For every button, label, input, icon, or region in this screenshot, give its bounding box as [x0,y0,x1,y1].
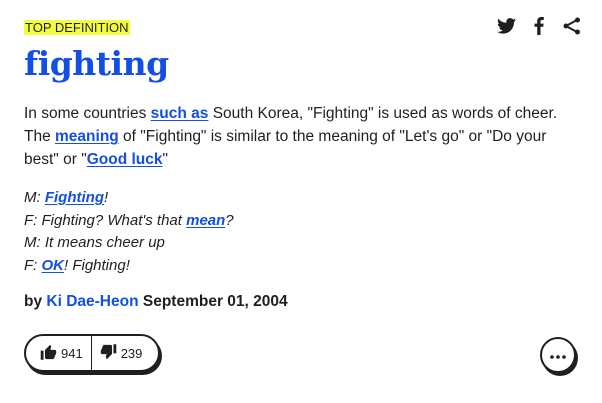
meaning-text: In some countries [24,105,151,122]
example-text: ! [104,189,109,206]
share-icon[interactable] [562,16,582,36]
example-line: F: OK! Fighting! [24,255,584,278]
facebook-icon[interactable] [529,16,549,36]
example-line: M: Fighting! [24,187,584,210]
example-text: M: It means cheer up [24,234,165,252]
author-link[interactable]: Ki Dae-Heon [46,293,138,310]
meaning-text: South Korea, "Fighting" is used as words… [208,105,558,122]
definition-example: M: Fighting! F: Fighting? What's that me… [24,187,584,278]
example-text: ? [225,211,234,229]
downvote-count: 239 [120,345,143,361]
example-text: M: [24,189,45,206]
more-options-button[interactable] [540,337,576,373]
meaning-text: The [24,128,56,145]
thumbs-up-icon [40,344,57,363]
upvote-count: 941 [61,345,83,361]
twitter-icon[interactable] [496,16,516,36]
meaning-link-such-as[interactable]: such as [151,105,209,122]
byline: by Ki Dae-Heon September 01, 2004 [24,293,288,311]
example-link-ok[interactable]: OK [42,257,65,274]
example-link-mean[interactable]: mean [186,212,225,229]
definition-word[interactable]: fighting [24,44,169,84]
share-bar [496,16,582,36]
vote-buttons: 941 239 [24,334,160,372]
example-line: F: Fighting? What's that mean? [24,210,584,233]
meaning-text: " [162,151,169,168]
example-text: F: Fighting? What's that [24,211,187,229]
meaning-link-meaning[interactable]: meaning [55,128,119,145]
ellipsis-icon [550,346,566,364]
date: September 01, 2004 [142,293,288,310]
top-definition-badge: TOP DEFINITION [24,20,130,35]
thumbs-down-button[interactable]: 239 [90,336,153,370]
definition-meaning: In some countries such as South Korea, "… [24,102,584,171]
example-text: ! Fighting! [64,257,130,275]
example-line: M: It means cheer up [24,232,584,255]
thumbs-down-icon [100,343,117,363]
meaning-link-good-luck[interactable]: Good luck [87,151,163,168]
thumbs-up-button[interactable]: 941 [26,336,91,370]
example-text: F: [24,257,42,275]
byline-by: by [24,293,47,310]
example-link-fighting[interactable]: Fighting [45,189,104,206]
